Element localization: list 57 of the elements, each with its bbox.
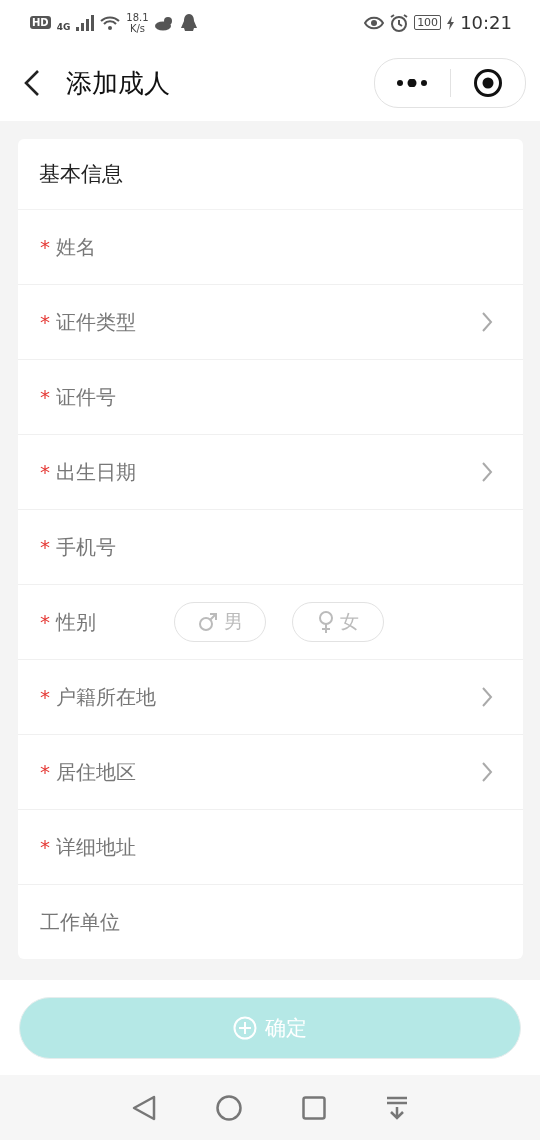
field-label: 证件号 (56, 383, 116, 411)
charging-icon (447, 15, 455, 30)
field-label: 户籍所在地 (56, 683, 156, 711)
field-label: 居住地区 (56, 758, 136, 786)
network-speed: 18.1 (126, 11, 149, 23)
form-row[interactable]: * 手机号 (18, 510, 523, 585)
penguin-icon (180, 13, 197, 32)
male-icon (197, 612, 218, 632)
wifi-icon (100, 14, 121, 31)
field-label: 证件类型 (56, 308, 136, 336)
back-icon[interactable] (24, 69, 40, 97)
required-mark: * (40, 310, 50, 334)
eye-icon (364, 15, 385, 30)
chevron-right-icon (481, 686, 493, 708)
hd-badge: HD (30, 16, 51, 29)
back-nav-icon[interactable] (132, 1094, 156, 1121)
field-label: 详细地址 (56, 833, 136, 861)
form-row[interactable]: * 户籍所在地 (18, 660, 523, 735)
chevron-right-icon (481, 461, 493, 483)
notification-nav-icon[interactable] (386, 1095, 408, 1120)
female-icon (317, 611, 334, 633)
required-mark: * (40, 235, 50, 259)
required-mark: * (40, 760, 50, 784)
field-label: 工作单位 (40, 908, 120, 936)
field-label: 出生日期 (56, 458, 136, 486)
form-row[interactable]: 工作单位 (18, 885, 523, 959)
signal-icon (76, 14, 95, 31)
battery-level: 100 (414, 15, 442, 30)
weather-icon (154, 14, 175, 31)
network-type: 4G (56, 21, 71, 32)
field-label: 姓名 (56, 233, 96, 261)
required-mark: * (40, 460, 50, 484)
more-dots-icon (396, 79, 429, 87)
field-label: 性别 (56, 608, 96, 636)
speed-unit: K/s (129, 22, 146, 34)
page-title: 添加成人 (66, 66, 171, 100)
form-row[interactable]: * 出生日期 (18, 435, 523, 510)
required-mark: * (40, 685, 50, 709)
form-row[interactable]: * 姓名 (18, 210, 523, 285)
chevron-right-icon (481, 761, 493, 783)
target-icon (472, 68, 503, 98)
recents-nav-icon[interactable] (302, 1095, 326, 1120)
required-mark: * (40, 535, 50, 559)
required-mark: * (40, 835, 50, 859)
field-label: 手机号 (56, 533, 116, 561)
form-row[interactable]: * 证件类型 (18, 285, 523, 360)
home-nav-icon[interactable] (216, 1094, 242, 1121)
section-title: 基本信息 (18, 139, 523, 210)
form-row[interactable]: * 详细地址 (18, 810, 523, 885)
plus-circle-icon (233, 1015, 257, 1040)
form-row[interactable]: * 证件号 (18, 360, 523, 435)
form-row[interactable]: * 居住地区 (18, 735, 523, 810)
required-mark: * (40, 385, 50, 409)
alarm-clock-icon (390, 13, 409, 32)
chevron-right-icon (481, 311, 493, 333)
clock-time: 10:21 (460, 12, 512, 33)
required-mark: * (40, 610, 50, 634)
